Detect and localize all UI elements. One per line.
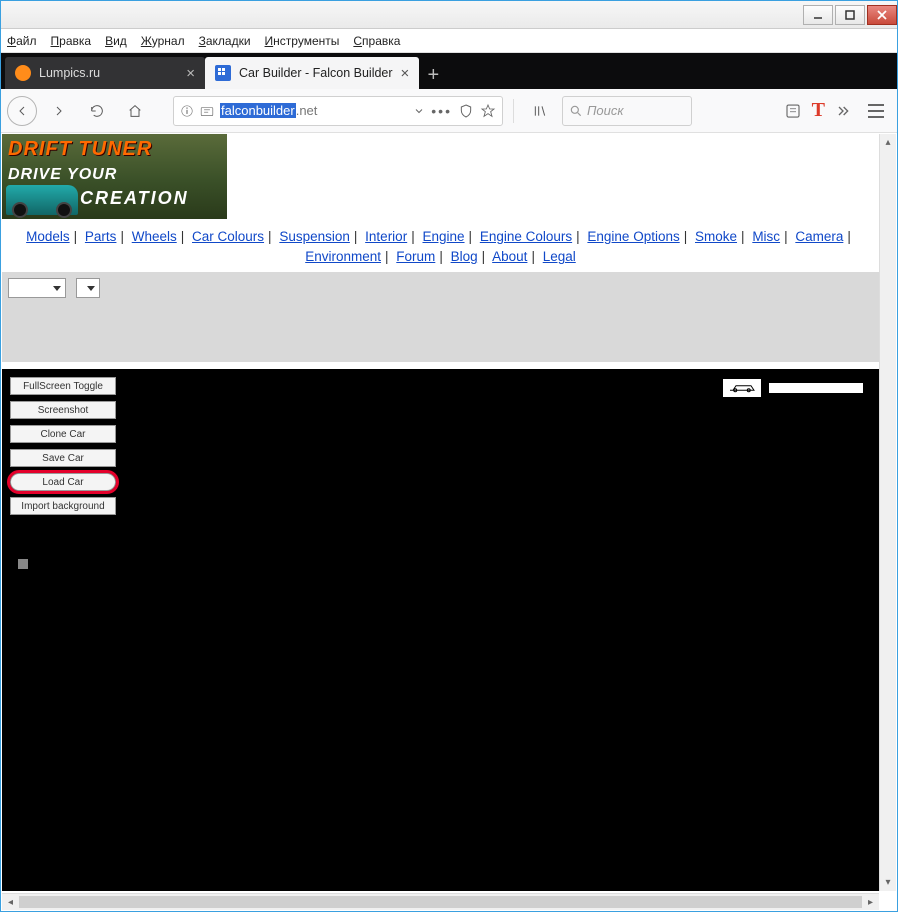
banner-line1: DRIFT TUNER	[8, 138, 152, 161]
import-background-button[interactable]: Import background	[10, 497, 116, 515]
menu-tools[interactable]: Инструменты	[265, 34, 340, 48]
link-smoke[interactable]: Smoke	[695, 229, 737, 244]
tab-carbuilder[interactable]: Car Builder - Falcon Builder ×	[205, 57, 419, 89]
star-icon[interactable]	[480, 103, 496, 119]
window-titlebar	[1, 1, 897, 29]
page-actions-icon[interactable]: •••	[431, 103, 452, 119]
url-text: falconbuilder.net	[220, 103, 317, 118]
hamburger-menu-button[interactable]	[861, 96, 891, 126]
banner-line2: DRIVE YOUR	[8, 166, 117, 184]
forward-button[interactable]	[43, 95, 75, 127]
page-content: DRIFT TUNER DRIVE YOUR CREATION Models| …	[2, 134, 879, 891]
reader-icon[interactable]	[784, 102, 802, 120]
scroll-up-arrow[interactable]: ▴	[880, 134, 896, 151]
vertical-scrollbar[interactable]: ▴ ▾	[879, 134, 896, 891]
load-car-button[interactable]: Load Car	[10, 473, 116, 491]
site-nav-links: Models| Parts| Wheels| Car Colours| Susp…	[2, 219, 879, 272]
link-blog[interactable]: Blog	[451, 249, 478, 264]
scroll-left-arrow[interactable]: ◂	[2, 894, 19, 910]
home-button[interactable]	[119, 95, 151, 127]
banner-line3: CREATION	[80, 188, 189, 209]
lock-icon	[200, 104, 214, 118]
menu-help[interactable]: Справка	[353, 34, 400, 48]
divider	[513, 99, 514, 123]
menu-view[interactable]: Вид	[105, 34, 127, 48]
menu-edit[interactable]: Правка	[51, 34, 92, 48]
tab-title: Lumpics.ru	[39, 66, 100, 80]
back-button[interactable]	[7, 96, 37, 126]
menu-history[interactable]: Журнал	[141, 34, 185, 48]
link-parts[interactable]: Parts	[85, 229, 117, 244]
menu-bookmarks[interactable]: Закладки	[199, 34, 251, 48]
link-engine-colours[interactable]: Engine Colours	[480, 229, 572, 244]
dropdown-1[interactable]	[8, 278, 66, 298]
link-interior[interactable]: Interior	[365, 229, 407, 244]
link-engine-options[interactable]: Engine Options	[587, 229, 679, 244]
scroll-thumb[interactable]	[19, 896, 862, 908]
address-bar[interactable]: falconbuilder.net •••	[173, 96, 503, 126]
dropdown-2[interactable]	[76, 278, 100, 298]
navbar: falconbuilder.net ••• Поиск T	[1, 89, 897, 133]
slider-widget[interactable]	[769, 383, 863, 393]
window-frame: Файл Правка Вид Журнал Закладки Инструме…	[0, 0, 898, 912]
link-misc[interactable]: Misc	[752, 229, 780, 244]
link-forum[interactable]: Forum	[396, 249, 435, 264]
link-engine[interactable]: Engine	[422, 229, 464, 244]
tabstrip: Lumpics.ru × Car Builder - Falcon Builde…	[1, 53, 897, 89]
menu-file[interactable]: Файл	[7, 34, 37, 48]
save-car-button[interactable]: Save Car	[10, 449, 116, 467]
link-suspension[interactable]: Suspension	[279, 229, 350, 244]
car-illustration	[6, 185, 78, 215]
close-icon[interactable]: ×	[401, 65, 410, 82]
window-close-button[interactable]	[867, 5, 897, 25]
favicon-lumpics	[15, 65, 31, 81]
search-input[interactable]: Поиск	[562, 96, 692, 126]
tab-lumpics[interactable]: Lumpics.ru ×	[5, 57, 205, 89]
library-button[interactable]	[524, 95, 556, 127]
search-icon	[569, 104, 583, 118]
car-view-icon[interactable]	[723, 379, 761, 397]
link-about[interactable]: About	[492, 249, 527, 264]
extension-t-icon[interactable]: T	[812, 99, 825, 122]
scroll-down-arrow[interactable]: ▾	[880, 874, 896, 891]
reload-button[interactable]	[81, 95, 113, 127]
new-tab-button[interactable]: +	[419, 61, 447, 89]
chevron-right-double-icon[interactable]	[835, 103, 851, 119]
link-environment[interactable]: Environment	[305, 249, 381, 264]
chevron-down-icon[interactable]	[413, 105, 425, 117]
screenshot-button[interactable]: Screenshot	[10, 401, 116, 419]
car-builder-canvas[interactable]: FullScreen Toggle Screenshot Clone Car S…	[2, 369, 879, 891]
fullscreen-toggle-button[interactable]: FullScreen Toggle	[10, 377, 116, 395]
marker-square	[18, 559, 28, 569]
clone-car-button[interactable]: Clone Car	[10, 425, 116, 443]
shield-icon[interactable]	[458, 103, 474, 119]
scroll-right-arrow[interactable]: ▸	[862, 894, 879, 910]
search-placeholder: Поиск	[587, 103, 624, 118]
window-maximize-button[interactable]	[835, 5, 865, 25]
link-camera[interactable]: Camera	[795, 229, 843, 244]
menubar: Файл Правка Вид Журнал Закладки Инструме…	[1, 29, 897, 53]
drift-tuner-banner[interactable]: DRIFT TUNER DRIVE YOUR CREATION	[2, 134, 227, 219]
link-car-colours[interactable]: Car Colours	[192, 229, 264, 244]
close-icon[interactable]: ×	[186, 65, 195, 82]
link-legal[interactable]: Legal	[543, 249, 576, 264]
link-models[interactable]: Models	[26, 229, 70, 244]
tab-title: Car Builder - Falcon Builder	[239, 66, 393, 80]
window-minimize-button[interactable]	[803, 5, 833, 25]
grid-icon	[217, 67, 229, 79]
horizontal-scrollbar[interactable]: ◂ ▸	[2, 893, 879, 910]
link-wheels[interactable]: Wheels	[132, 229, 177, 244]
info-icon	[180, 104, 194, 118]
options-bar	[2, 272, 879, 362]
